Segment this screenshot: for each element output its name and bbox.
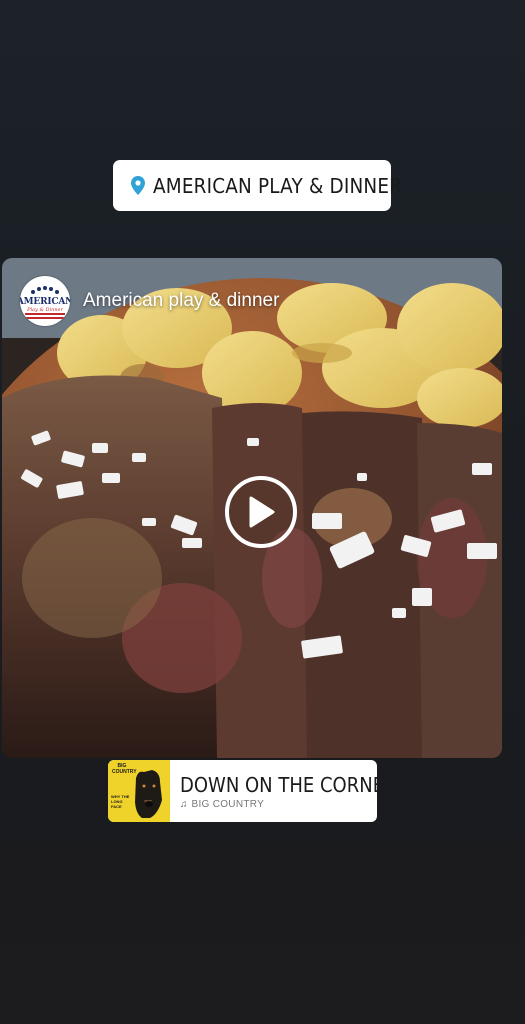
american-logo-avatar[interactable]: AMERICAN Play & Dinner (20, 276, 70, 326)
location-sticker[interactable]: AMERICAN PLAY & DINNER (113, 160, 402, 211)
stars-icon (31, 286, 59, 294)
post-header[interactable]: AMERICAN Play & Dinner American play & d… (20, 276, 279, 326)
artist-name: BIG COUNTRY (191, 798, 265, 810)
post-author-name[interactable]: American play & dinner (83, 290, 279, 312)
song-title: DOWN ON THE CORNER (180, 772, 377, 797)
location-pin-icon (131, 176, 145, 196)
avatar-brand-text: AMERICAN (20, 297, 70, 307)
album-cover-dog-icon: BIG COUNTRY WHY THE LONG FACE (108, 760, 170, 822)
music-info: DOWN ON THE CORNER ♫ BIG COUNTRY (170, 760, 377, 822)
stripes-icon (25, 313, 65, 319)
music-note-icon: ♫ (180, 798, 188, 810)
story-screen: AMERICAN PLAY & DINNER AMERICAN Play & D… (0, 0, 525, 1024)
music-sticker[interactable]: BIG COUNTRY WHY THE LONG FACE DOWN ON TH… (108, 760, 377, 822)
shared-post-card[interactable]: AMERICAN Play & Dinner American play & d… (2, 258, 502, 758)
play-button[interactable] (225, 476, 297, 548)
artist-row: ♫ BIG COUNTRY (180, 799, 377, 810)
location-label: AMERICAN PLAY & DINNER (153, 173, 403, 198)
play-icon (249, 496, 275, 528)
dog-icon (135, 770, 162, 818)
